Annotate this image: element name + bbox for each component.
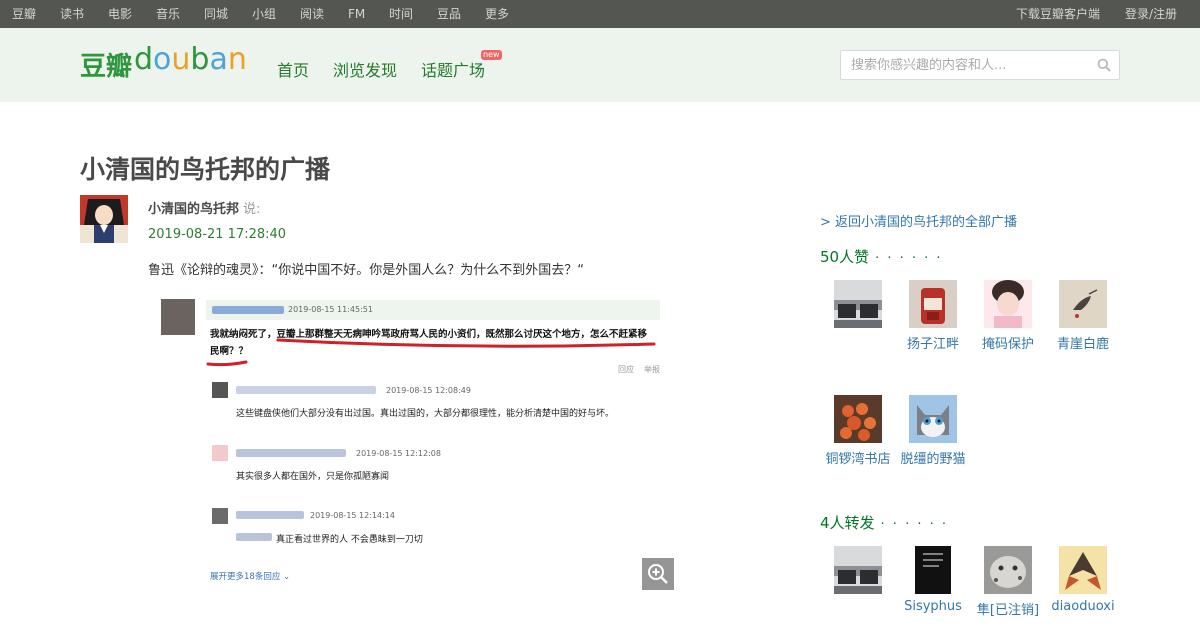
reply-text: 其实很多人都在国外，只是你孤陋寡闻 xyxy=(236,472,390,482)
resharer-avatar xyxy=(984,546,1032,594)
liker-item[interactable] xyxy=(818,280,898,333)
reply-text: 真正看过世界的人 不会愚昧到一刀切 xyxy=(276,535,423,545)
liker-avatar xyxy=(834,395,882,443)
global-nav-fm[interactable]: FM xyxy=(348,0,365,28)
resharer-item[interactable]: 隼[已注销] xyxy=(968,546,1048,618)
blurred-username xyxy=(236,533,272,541)
new-badge: new xyxy=(481,50,502,60)
resharer-name: Sisyphus xyxy=(904,599,962,614)
author-name[interactable]: 小清国的鸟托邦 xyxy=(148,202,239,217)
resharer-avatar xyxy=(909,546,957,594)
nav-topics[interactable]: 话题广场 xyxy=(421,57,485,81)
logo-cn-text: 豆瓣 xyxy=(80,52,133,82)
search-icon[interactable] xyxy=(1097,58,1111,72)
liker-name: 扬子江畔 xyxy=(906,337,959,352)
liker-item[interactable]: 青崖白鹿 xyxy=(1043,280,1123,352)
liker-item[interactable]: 铜锣湾书店 xyxy=(818,395,898,467)
logo-letter: b xyxy=(190,42,210,77)
reshares-more-dots: · · · · · · xyxy=(880,517,949,532)
global-nav-groups[interactable]: 小组 xyxy=(252,0,276,28)
liker-avatar xyxy=(1059,280,1107,328)
global-nav-music[interactable]: 音乐 xyxy=(156,0,180,28)
site-header: 豆瓣 douban 首页 浏览发现 话题广场 new xyxy=(0,28,1200,102)
said-label: 说: xyxy=(243,202,261,217)
liker-name: 掩码保护 xyxy=(981,337,1034,352)
liker-name: 脱缰的野猫 xyxy=(900,452,966,467)
likes-count: 50人赞 xyxy=(820,248,870,266)
embedded-avatar xyxy=(161,299,195,335)
liker-avatar xyxy=(984,280,1032,328)
zoom-in-icon xyxy=(648,564,668,584)
post-image[interactable]: 2019-08-15 11:45:51 我就纳闷死了，豆瓣上那群整天无病呻吟骂政… xyxy=(148,290,674,590)
blurred-username xyxy=(236,386,376,394)
reply-text: 这些键盘侠他们大部分没有出过国。真出过国的，大部分都很理性，能分析清楚中国的好与… xyxy=(236,409,615,419)
global-nav-books[interactable]: 读书 xyxy=(60,0,84,28)
liker-avatar xyxy=(909,280,957,328)
liker-item[interactable]: 脱缰的野猫 xyxy=(893,395,973,467)
global-nav-movies[interactable]: 电影 xyxy=(108,0,132,28)
reply-avatar xyxy=(212,382,228,398)
login-register-link[interactable]: 登录/注册 xyxy=(1125,0,1177,28)
logo-letter: d xyxy=(134,42,154,77)
embedded-main-time: 2019-08-15 11:45:51 xyxy=(288,305,373,314)
reshares-count: 4人转发 xyxy=(820,514,875,532)
blurred-username xyxy=(236,449,346,457)
resharer-item[interactable]: Sisyphus xyxy=(893,546,973,614)
search-input[interactable] xyxy=(841,51,1091,79)
resharer-avatar xyxy=(834,546,882,594)
global-nav-local[interactable]: 同城 xyxy=(204,0,228,28)
back-to-all-broadcasts-link[interactable]: > 返回小清国的鸟托邦的全部广播 xyxy=(820,211,1017,230)
global-nav-douban[interactable]: 豆瓣 xyxy=(12,0,36,28)
resharer-name: 隼[已注销] xyxy=(976,603,1040,618)
liker-avatar xyxy=(834,280,882,328)
red-underline xyxy=(206,338,656,367)
embedded-actions: 回应 举报 xyxy=(608,364,660,375)
search-box xyxy=(840,50,1120,80)
resharer-item[interactable] xyxy=(818,546,898,599)
reply-time: 2019-08-15 12:14:14 xyxy=(310,511,395,520)
liker-item[interactable]: 掩码保护 xyxy=(968,280,1048,352)
liker-name: 铜锣湾书店 xyxy=(825,452,891,467)
blurred-username xyxy=(236,511,304,519)
post-text: 鲁迅《论辩的魂灵》：“你说中国不好。你是外国人么？为什么不到外国去？“ xyxy=(148,263,584,278)
embedded-more-label: 展开更多18条回应 xyxy=(210,572,281,582)
global-nav: 豆瓣 读书 电影 音乐 同城 小组 阅读 FM 时间 豆品 更多 下载豆瓣客户端… xyxy=(0,0,1200,28)
author-line: 小清国的鸟托邦 说: xyxy=(148,198,260,217)
blurred-username xyxy=(212,306,284,314)
post-timestamp: 2019-08-21 17:28:40 xyxy=(148,227,287,242)
reply-time: 2019-08-15 12:12:08 xyxy=(356,449,441,458)
global-nav-time[interactable]: 时间 xyxy=(389,0,413,28)
download-client-link[interactable]: 下载豆瓣客户端 xyxy=(1016,0,1100,28)
logo-letter: o xyxy=(153,42,172,77)
likes-more-dots: · · · · · · xyxy=(875,251,943,266)
chevron-down-icon: ⌄ xyxy=(283,572,291,582)
logo-en-text: douban xyxy=(134,42,247,77)
embedded-report: 举报 xyxy=(644,365,660,374)
resharer-name: diaoduoxi xyxy=(1051,599,1115,614)
likes-section-title: 50人赞 · · · · · · xyxy=(820,246,943,267)
logo-letter: u xyxy=(171,42,191,77)
reshares-section-title: 4人转发 · · · · · · xyxy=(820,512,948,533)
liker-item[interactable]: 扬子江畔 xyxy=(893,280,973,352)
zoom-in-button[interactable] xyxy=(642,558,674,590)
global-nav-more[interactable]: 更多 xyxy=(485,0,509,28)
nav-explore[interactable]: 浏览发现 xyxy=(333,57,397,81)
reply-avatar xyxy=(212,508,228,524)
page-title: 小清国的鸟托邦的广播 xyxy=(80,155,331,184)
resharer-item[interactable]: diaoduoxi xyxy=(1043,546,1123,614)
reply-avatar xyxy=(212,445,228,461)
author-avatar[interactable] xyxy=(80,195,128,243)
global-nav-market[interactable]: 豆品 xyxy=(437,0,461,28)
resharer-avatar xyxy=(1059,546,1107,594)
nav-home[interactable]: 首页 xyxy=(277,57,309,81)
embedded-more-replies: 展开更多18条回应 ⌄ xyxy=(210,570,290,582)
liker-avatar xyxy=(909,395,957,443)
liker-name: 青崖白鹿 xyxy=(1056,337,1109,352)
logo-letter: a xyxy=(209,42,228,77)
embedded-reply: 回应 xyxy=(618,365,634,374)
global-nav-read[interactable]: 阅读 xyxy=(300,0,324,28)
logo-letter: n xyxy=(227,42,247,77)
reply-time: 2019-08-15 12:08:49 xyxy=(386,386,471,395)
